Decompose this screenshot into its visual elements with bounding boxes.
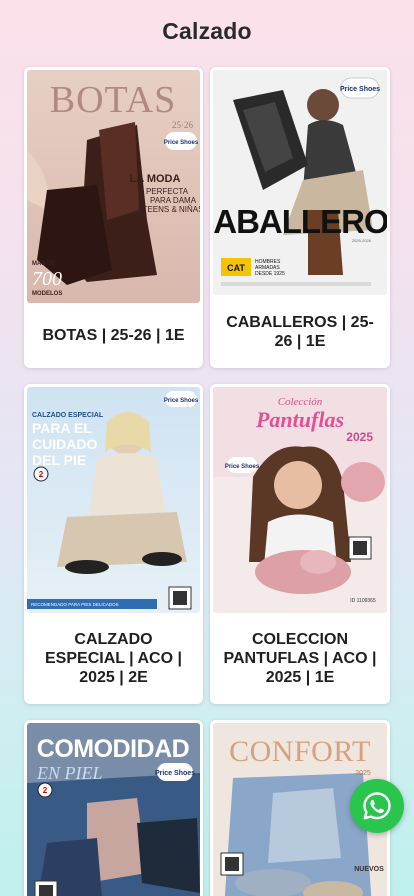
cover-year: 2025 [346,430,373,444]
catalog-cover-comodidad[interactable]: COMODIDAD EN PIEL Price Shoes 2 [27,723,200,896]
whatsapp-icon [361,790,393,822]
cover-year: 2025 [355,770,371,777]
cover-new-label: NUEVOS [354,866,384,873]
cover-line: CALZADO ESPECIAL [32,412,104,419]
catalog-card-comodidad[interactable]: COMODIDAD EN PIEL Price Shoes 2 [24,720,203,896]
catalog-title[interactable]: CALZADO ESPECIAL | ACO | 2025 | 2E [34,613,193,704]
catalog-card-calzado-especial[interactable]: CALZADO ESPECIAL PARA EL CUIDADO DEL PIE… [24,384,203,704]
cover-line: CUIDADO [32,436,97,452]
cover-title: CABALLEROS [213,203,387,240]
cover-tagline: PARA DAMA [150,196,197,205]
cover-tagline: TEENS & NIÑAS [143,205,200,214]
catalog-title[interactable]: CABALLEROS | 25-26 | 1E [220,295,380,368]
catalog-title[interactable]: COLECCION PANTUFLAS | ACO | 2025 | 1E [220,613,380,704]
brand-logo: Price Shoes [164,140,199,146]
cover-line: DEL PIE [32,452,86,468]
cover-count-suffix: MODELOS [32,291,62,297]
cover-tagline: LA MODA [130,173,181,185]
cover-subtitle: 25·26 [172,120,193,130]
brand-logo: Price Shoes [340,86,380,93]
catalog-cover-calzado-especial[interactable]: CALZADO ESPECIAL PARA EL CUIDADO DEL PIE… [27,387,200,613]
brand-logo: Price Shoes [164,398,199,404]
cover-title: BOTAS [50,79,177,121]
brand-logo: Price Shoes [225,464,260,470]
cover-footer: RECOMENDADO PARA PIES DELICADOS [31,602,119,607]
brand-logo: Price Shoes [155,770,195,777]
cover-line: Pantuflas [255,407,344,432]
cover-year: 2025-2026 [352,238,372,243]
cover-code: ID 1109365 [350,598,376,604]
cover-count-prefix: MÁS DE [32,260,55,267]
catalog-card-caballeros[interactable]: Price Shoes CABALLEROS 2025-2026 CAT HOM… [210,67,390,368]
edition-badge: 2 [39,470,44,479]
cover-line: COMODIDAD [37,735,189,763]
catalog-title[interactable]: BOTAS | 25-26 | 1E [34,303,193,368]
cover-tagline: PERFECTA [146,187,189,196]
cover-line: PARA EL [32,420,92,436]
partner-text: DESDE 1925 [255,271,285,277]
page-title: Calzado [162,18,252,44]
cover-count: 700 [32,268,62,290]
catalog-cover-botas[interactable]: BOTAS 25·26 Price Shoes LA MODA PERFECTA… [27,70,200,303]
catalog-card-botas[interactable]: BOTAS 25·26 Price Shoes LA MODA PERFECTA… [24,67,203,368]
catalog-cover-caballeros[interactable]: Price Shoes CABALLEROS 2025-2026 CAT HOM… [213,70,387,295]
partner-logo: CAT [227,263,245,273]
catalog-card-pantuflas[interactable]: Colección Pantuflas 2025 Price Shoes ID … [210,384,390,704]
whatsapp-button[interactable] [350,779,404,833]
cover-line: EN PIEL [36,763,103,783]
catalog-cover-pantuflas[interactable]: Colección Pantuflas 2025 Price Shoes ID … [213,387,387,613]
cover-title: CONFORT [229,735,371,768]
edition-badge: 2 [43,786,48,795]
